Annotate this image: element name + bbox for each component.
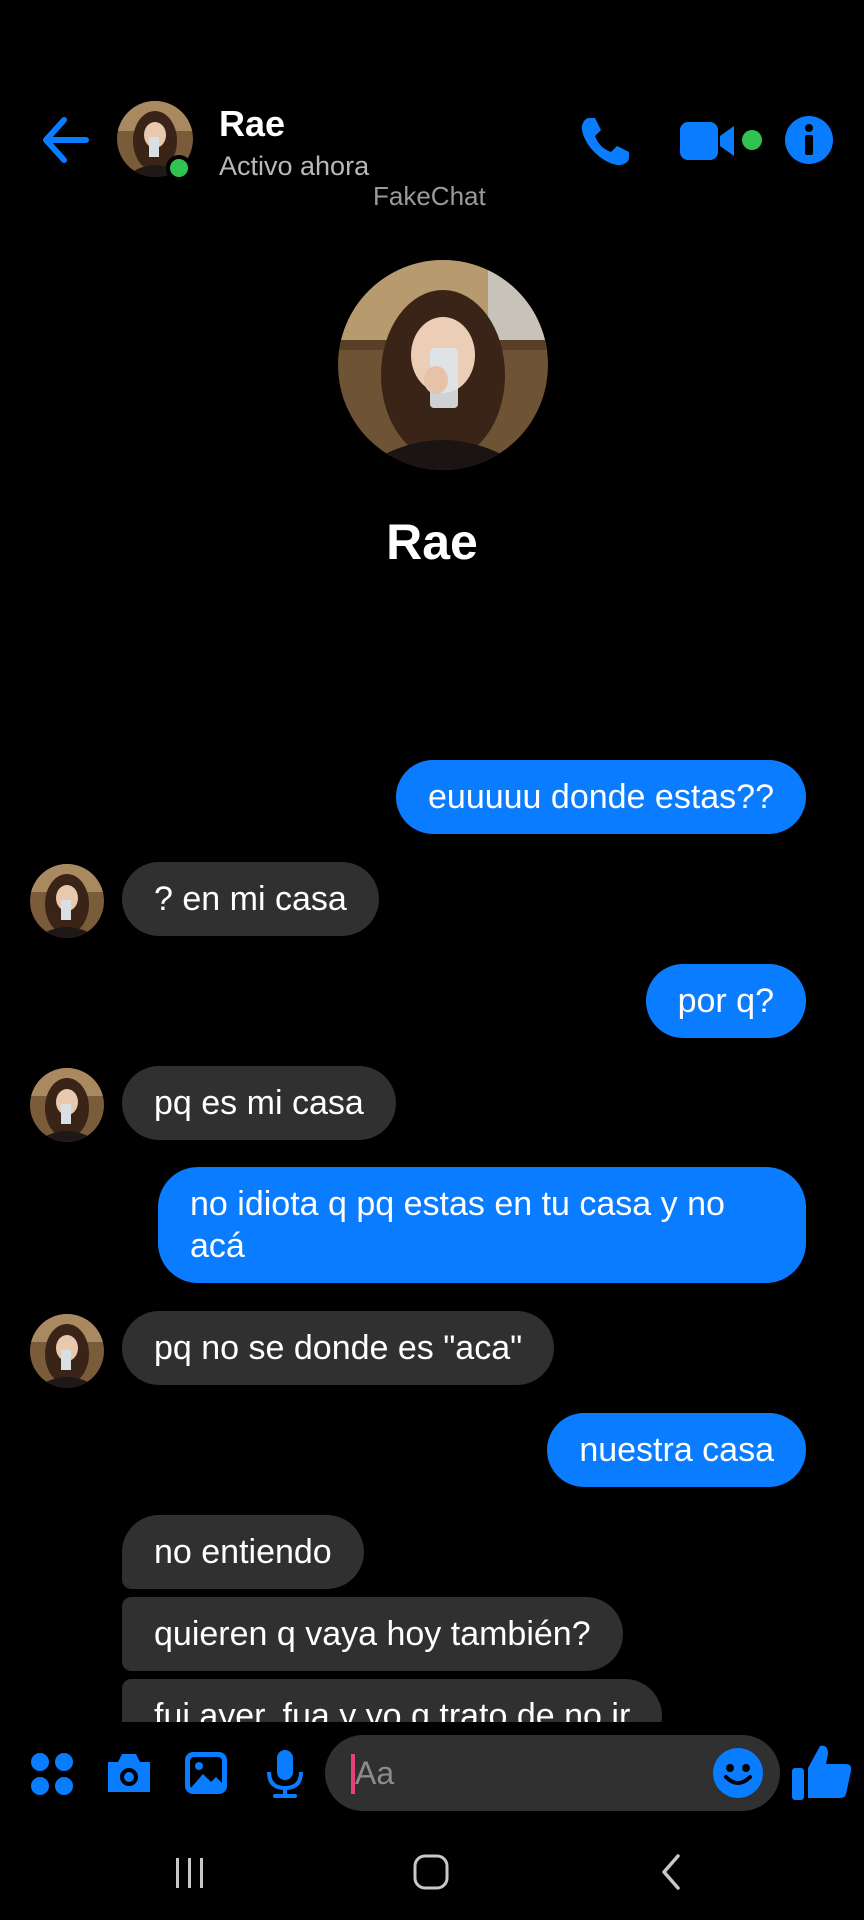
video-camera-icon[interactable] xyxy=(678,118,768,164)
microphone-icon[interactable] xyxy=(265,1748,305,1805)
profile-avatar[interactable] xyxy=(338,260,548,470)
back-arrow-icon[interactable] xyxy=(38,114,90,166)
home-icon[interactable] xyxy=(411,1852,451,1897)
emoji-icon[interactable] xyxy=(712,1747,764,1804)
message-outgoing[interactable]: no idiota q pq estas en tu casa y no acá xyxy=(158,1167,806,1283)
camera-icon[interactable] xyxy=(104,1750,154,1801)
info-icon[interactable] xyxy=(784,115,834,165)
message-input-placeholder: Aa xyxy=(355,1755,395,1791)
phone-icon[interactable] xyxy=(575,112,635,172)
message-avatar[interactable] xyxy=(30,1068,104,1142)
profile-name: Rae xyxy=(386,514,478,570)
thumbs-up-icon[interactable] xyxy=(790,1740,854,1809)
message-incoming[interactable]: fui ayer, fua y yo q trato de no ir xyxy=(122,1679,663,1722)
message-outgoing[interactable]: nuestra casa xyxy=(547,1413,806,1487)
message-incoming[interactable]: ? en mi casa xyxy=(122,862,379,936)
gallery-icon[interactable] xyxy=(183,1750,229,1801)
back-icon[interactable] xyxy=(656,1852,686,1897)
message-avatar[interactable] xyxy=(30,864,104,938)
message-incoming[interactable]: pq no se donde es "aca" xyxy=(122,1311,555,1385)
message-outgoing[interactable]: por q? xyxy=(645,964,806,1038)
message-incoming[interactable]: quieren q vaya hoy también? xyxy=(122,1597,623,1671)
header-status: Activo ahora xyxy=(219,151,370,181)
message-avatar[interactable] xyxy=(30,1314,104,1388)
watermark-text: FakeChat xyxy=(373,181,486,211)
message-outgoing[interactable]: euuuuu donde estas?? xyxy=(396,760,806,834)
apps-grid-icon[interactable] xyxy=(30,1752,74,1801)
recent-apps-icon[interactable] xyxy=(172,1856,208,1895)
message-incoming[interactable]: no entiendo xyxy=(122,1515,364,1589)
header-contact-name[interactable]: Rae xyxy=(219,102,285,146)
message-incoming[interactable]: pq es mi casa xyxy=(122,1066,396,1140)
online-status-dot xyxy=(166,155,192,181)
